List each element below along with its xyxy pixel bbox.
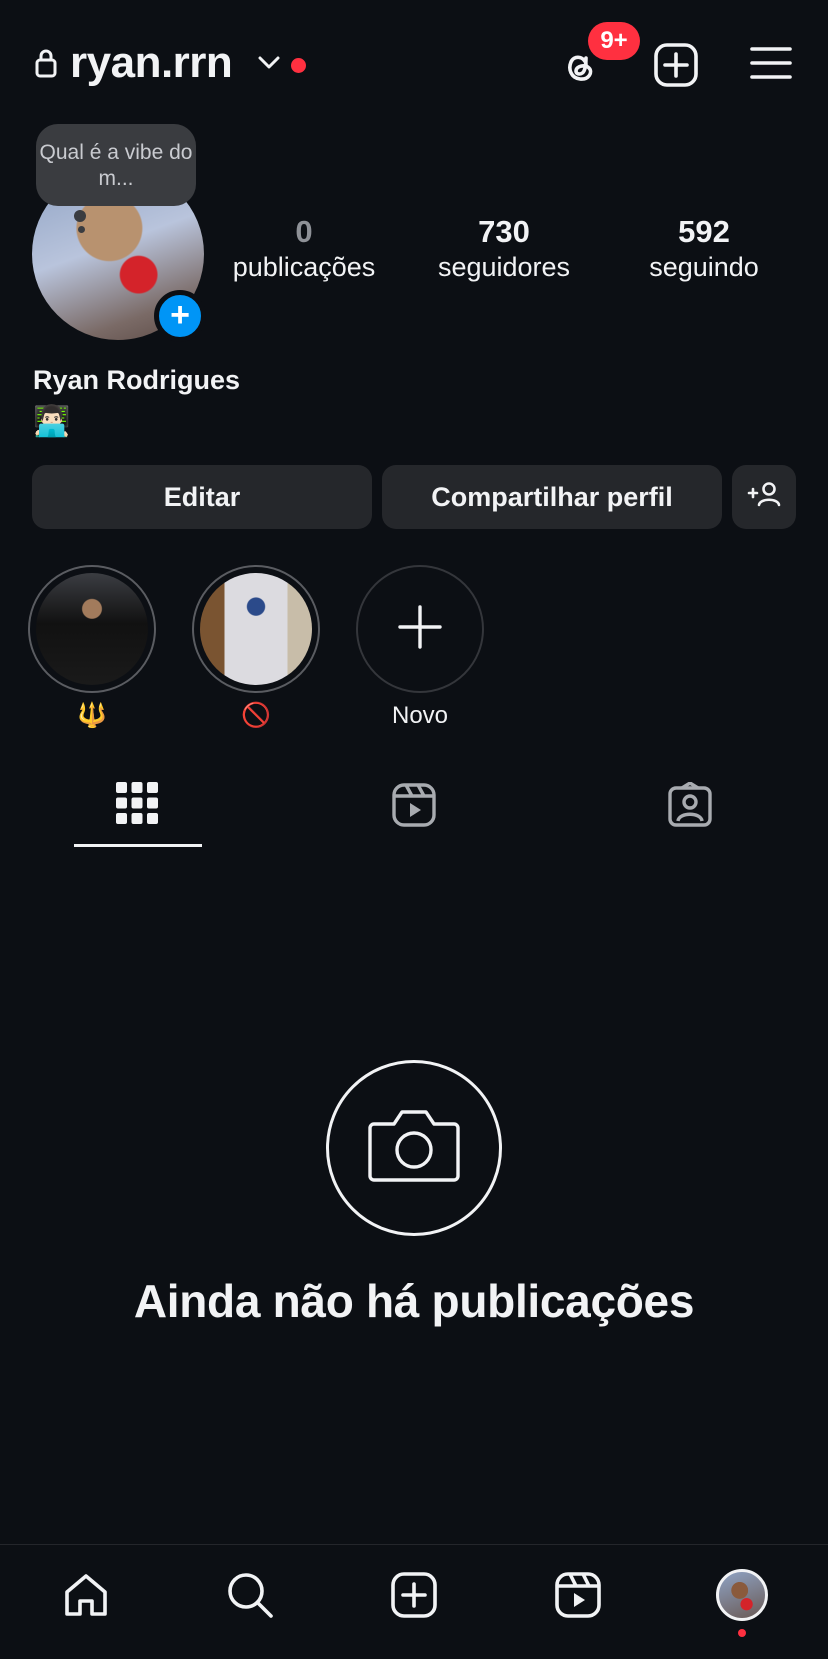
highlight-label: 🔱 [77, 702, 107, 729]
profile-nav-avatar[interactable] [716, 1569, 768, 1621]
profile-name: Ryan Rodrigues [33, 365, 241, 395]
empty-state-title: Ainda não há publicações [133, 1275, 695, 1327]
bottom-navigation [0, 1544, 828, 1659]
posts-count[interactable]: 0 publicações [219, 214, 389, 284]
highlight-item[interactable]: 🔱 [28, 565, 156, 731]
chevron-down-icon[interactable] [258, 56, 280, 75]
discover-people-button[interactable] [732, 465, 796, 529]
lock-icon [34, 48, 58, 83]
create-icon[interactable] [390, 1571, 438, 1624]
highlight-ring [28, 565, 156, 693]
share-profile-button[interactable]: Compartilhar perfil [382, 465, 722, 529]
posts-count-label: publicações [232, 252, 376, 282]
highlight-ring [192, 565, 320, 693]
highlight-cover [200, 573, 312, 685]
highlight-cover [36, 573, 148, 685]
edit-profile-button[interactable]: Editar [32, 465, 372, 529]
highlight-item[interactable]: 🚫 [192, 565, 320, 731]
menu-icon[interactable] [750, 46, 792, 85]
notifications-badge: 9+ [588, 22, 640, 60]
reels-icon[interactable] [391, 782, 437, 833]
note-bubble-tail-small [78, 226, 85, 233]
add-post-icon[interactable] [653, 42, 699, 93]
search-icon[interactable] [226, 1571, 274, 1624]
profile-activity-dot [738, 1629, 746, 1637]
add-user-icon [747, 481, 781, 514]
username-switcher[interactable]: ryan.rrn [70, 38, 233, 88]
following-count-label: seguindo [649, 252, 759, 282]
top-bar: ryan.rrn 9+ [0, 0, 828, 130]
highlight-label: Novo [391, 702, 449, 729]
profile-bio: 👨🏻‍💻 [33, 405, 71, 438]
followers-count-value: 730 [478, 214, 530, 249]
posts-count-value: 0 [295, 214, 313, 249]
plus-icon [398, 604, 442, 654]
note-bubble[interactable]: Qual é a vibe do m... [36, 124, 196, 206]
following-count[interactable]: 592 seguindo [619, 214, 789, 284]
active-tab-indicator [74, 844, 202, 847]
highlight-label: 🚫 [241, 702, 271, 729]
add-story-button[interactable]: + [154, 290, 206, 342]
followers-count-label: seguidores [437, 252, 571, 282]
following-count-value: 592 [678, 214, 730, 249]
followers-count[interactable]: 730 seguidores [419, 214, 589, 284]
tagged-icon[interactable] [667, 780, 713, 833]
camera-empty-state [326, 1060, 502, 1236]
new-highlight-button[interactable]: Novo [356, 565, 484, 731]
notification-dot [291, 58, 306, 73]
grid-icon[interactable] [116, 782, 158, 829]
home-icon[interactable] [62, 1571, 110, 1624]
reels-nav-icon[interactable] [554, 1571, 602, 1624]
camera-icon [366, 1104, 462, 1193]
note-bubble-tail [74, 210, 86, 222]
new-highlight-ring [356, 565, 484, 693]
